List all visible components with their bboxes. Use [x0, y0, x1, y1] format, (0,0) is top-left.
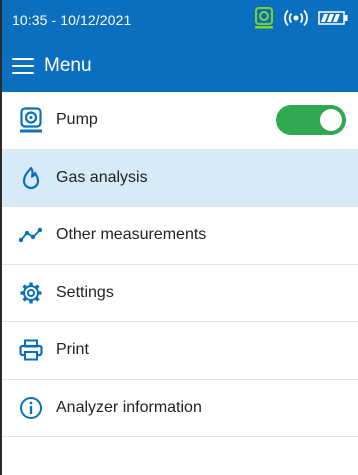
clock: 10:35 - 10/12/2021	[12, 12, 132, 28]
menu-item-pump[interactable]: Pump	[2, 92, 358, 150]
menu-item-analyzer-information[interactable]: Analyzer information	[2, 380, 358, 437]
pump-icon	[18, 107, 44, 133]
menu-screen: 10:35 - 10/12/2021 Menu Pump Gas analysi…	[0, 0, 358, 475]
page-title: Menu	[44, 55, 92, 76]
info-icon	[18, 395, 44, 421]
graph-line-icon	[18, 222, 44, 248]
status-icons	[254, 6, 348, 34]
menu-item-label: Print	[56, 341, 89, 359]
flame-icon	[18, 165, 44, 191]
menu-item-other-measurements[interactable]: Other measurements	[2, 207, 358, 265]
menu-item-label: Gas analysis	[56, 168, 148, 186]
menu-list: Pump Gas analysis Other measurements Set…	[2, 92, 358, 437]
app-header: 10:35 - 10/12/2021 Menu	[2, 0, 358, 92]
wireless-icon	[284, 9, 308, 32]
battery-icon	[318, 10, 348, 30]
printer-icon	[18, 337, 44, 363]
menu-item-label: Settings	[56, 283, 114, 301]
pump-status-icon	[254, 6, 274, 34]
title-bar: Menu	[2, 40, 358, 92]
gear-icon	[18, 280, 44, 306]
pump-toggle[interactable]	[276, 105, 346, 136]
menu-item-print[interactable]: Print	[2, 322, 358, 380]
status-bar: 10:35 - 10/12/2021	[2, 0, 358, 40]
menu-item-gas-analysis[interactable]: Gas analysis	[2, 149, 358, 207]
toggle-knob	[320, 109, 342, 132]
hamburger-menu-icon[interactable]	[12, 58, 34, 74]
menu-item-label: Pump	[56, 111, 98, 129]
menu-item-label: Analyzer information	[56, 398, 202, 416]
menu-item-settings[interactable]: Settings	[2, 265, 358, 322]
menu-item-label: Other measurements	[56, 226, 207, 244]
